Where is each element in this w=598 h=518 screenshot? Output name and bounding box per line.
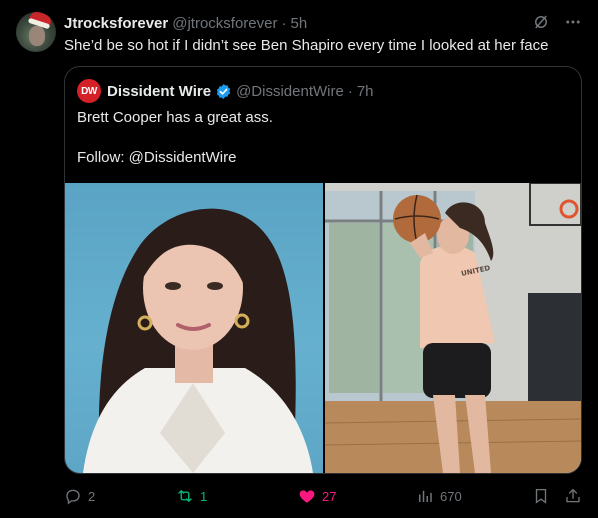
repost-button[interactable]: 1 xyxy=(176,485,207,507)
quoted-text: Brett Cooper has a great ass. Follow: @D… xyxy=(77,109,273,166)
tweet-header: Jtrocksforever @jtrocksforever · 5h xyxy=(64,13,582,33)
views-chart-icon xyxy=(419,490,432,502)
repost-icon xyxy=(178,490,192,502)
portrait-photo[interactable] xyxy=(65,183,323,473)
more-options-icon[interactable] xyxy=(564,13,582,31)
grok-icon[interactable] xyxy=(532,13,550,31)
bookmark-button[interactable] xyxy=(532,485,550,507)
tweet-text: She’d be so hot if I didn’t see Ben Shap… xyxy=(64,37,549,54)
reply-icon xyxy=(66,489,80,505)
author-avatar[interactable] xyxy=(16,12,56,52)
quoted-author-handle[interactable]: @DissidentWire xyxy=(236,83,344,100)
heart-icon xyxy=(299,490,315,503)
bookmark-icon xyxy=(535,488,547,504)
author-name[interactable]: Jtrocksforever xyxy=(64,15,168,32)
like-button[interactable]: 27 xyxy=(298,485,336,507)
quoted-avatar-logo[interactable]: DW xyxy=(77,79,101,103)
like-count: 27 xyxy=(322,488,337,504)
views-button[interactable]: 670 xyxy=(416,485,462,507)
basketball-photo[interactable]: UNITED xyxy=(325,183,581,473)
quoted-author-name[interactable]: Dissident Wire xyxy=(107,83,211,100)
header-separator: · xyxy=(281,14,287,32)
share-icon xyxy=(566,488,580,503)
reply-button[interactable]: 2 xyxy=(64,485,95,507)
views-count: 670 xyxy=(440,488,462,504)
quoted-time[interactable]: 7h xyxy=(357,83,374,100)
quoted-separator: · xyxy=(347,82,353,100)
share-button[interactable] xyxy=(564,485,582,507)
repost-count: 1 xyxy=(200,488,208,504)
reply-count: 2 xyxy=(88,488,96,504)
author-handle[interactable]: @jtrocksforever xyxy=(172,15,277,32)
quoted-media[interactable]: UNITED xyxy=(65,183,581,473)
tweet-actions: 2 1 27 670 xyxy=(64,485,582,507)
quoted-tweet[interactable]: DW Dissident Wire @DissidentWire · 7h Br… xyxy=(64,66,582,474)
tweet-time[interactable]: 5h xyxy=(290,15,307,32)
verified-badge-icon xyxy=(216,83,231,99)
